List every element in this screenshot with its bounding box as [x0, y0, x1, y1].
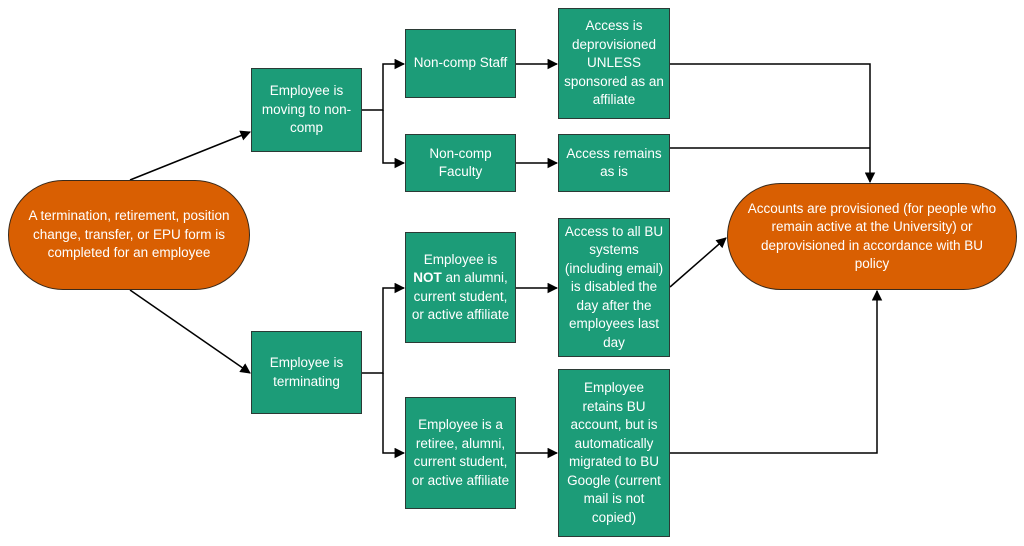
noncomp-staff-node-text: Non-comp Staff [413, 55, 508, 71]
edge-retains-to-end [670, 289, 883, 454]
edge-terminating-to-not [362, 282, 406, 374]
noncomp-faculty-node-text: Non-comp Faculty [429, 145, 492, 180]
edge-deprovisioned-to-end [670, 63, 876, 184]
end-node: Accounts are provisioned (for people who… [727, 183, 1017, 290]
retains-node: Employee retains BU account, but is auto… [558, 369, 670, 537]
noncomp-faculty-node: Non-comp Faculty [405, 134, 516, 192]
deprovisioned-node: Access is deprovisioned UNLESS sponsored… [558, 8, 670, 119]
not-affiliate-node-text: Employee is NOT an alumni, current stude… [410, 251, 511, 325]
end-node-text: Accounts are provisioned (for people who… [747, 200, 997, 272]
start-node-text: A termination, retirement, position chan… [28, 208, 230, 261]
is-affiliate-node-text: Employee is a retiree, alumni, current s… [411, 417, 510, 488]
not-affiliate-bold: NOT [413, 270, 442, 285]
start-node: A termination, retirement, position chan… [8, 180, 250, 290]
disabled-node: Access to all BU systems (including emai… [558, 218, 670, 357]
retains-node-text: Employee retains BU account, but is auto… [567, 380, 661, 525]
terminating-node: Employee is terminating [251, 331, 362, 414]
edge-terminating-to-affiliate [382, 373, 406, 459]
disabled-node-text: Access to all BU systems (including emai… [564, 223, 664, 350]
not-affiliate-node: Employee is NOT an alumni, current stude… [405, 232, 516, 343]
deprovisioned-node-text: Access is deprovisioned UNLESS sponsored… [564, 18, 664, 108]
remains-node-text: Access remains as is [566, 145, 662, 180]
terminating-node-text: Employee is terminating [269, 355, 344, 389]
edge-start-to-moving [129, 130, 251, 181]
edge-moving-to-staff [362, 58, 406, 111]
moving-node: Employee is moving to non-comp [251, 68, 362, 152]
not-affiliate-prefix: Employee is [423, 251, 498, 267]
is-affiliate-node: Employee is a retiree, alumni, current s… [405, 397, 516, 509]
remains-node: Access remains as is [558, 134, 670, 192]
noncomp-staff-node: Non-comp Staff [405, 29, 516, 98]
edge-start-to-terminating [129, 289, 251, 374]
edge-moving-to-faculty [382, 110, 406, 169]
edge-disabled-to-end [669, 237, 727, 288]
moving-node-text: Employee is moving to non-comp [261, 83, 352, 136]
